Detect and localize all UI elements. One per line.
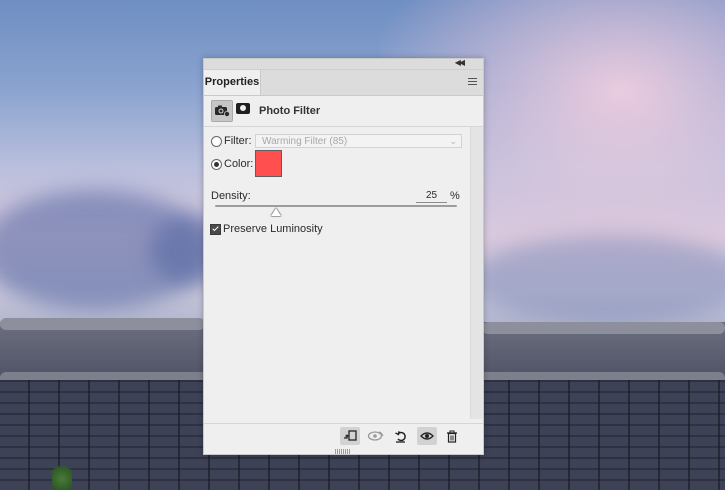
color-swatch[interactable] bbox=[255, 150, 282, 177]
adjustment-header: Photo Filter bbox=[204, 96, 483, 127]
view-previous-state-icon[interactable] bbox=[366, 427, 386, 445]
cloud bbox=[470, 235, 725, 325]
panel-tab-row: Properties bbox=[204, 70, 483, 96]
wall-cap-right bbox=[482, 322, 725, 334]
density-unit: % bbox=[450, 190, 460, 202]
filter-select[interactable]: Warming Filter (85) ⌄ bbox=[255, 134, 462, 148]
preserve-luminosity-label: Preserve Luminosity bbox=[223, 223, 323, 235]
tab-properties[interactable]: Properties bbox=[204, 70, 261, 95]
preserve-luminosity-checkbox[interactable] bbox=[210, 224, 221, 235]
density-value-input[interactable]: 25 bbox=[416, 190, 447, 203]
trash-icon[interactable] bbox=[442, 427, 462, 445]
filter-label: Filter: bbox=[224, 135, 252, 147]
color-label: Color: bbox=[224, 158, 254, 170]
filter-radio[interactable] bbox=[211, 136, 222, 147]
properties-panel: ◀◀ Properties Photo Filter Filter: Warmi… bbox=[203, 58, 484, 455]
panel-footer bbox=[204, 423, 483, 448]
density-slider-thumb[interactable] bbox=[270, 208, 281, 216]
panel-resize-grip[interactable] bbox=[335, 449, 351, 454]
properties-content: Filter: Warming Filter (85) ⌄ Color: Den… bbox=[204, 127, 483, 419]
density-label: Density: bbox=[211, 190, 251, 202]
scrollbar[interactable] bbox=[470, 127, 483, 419]
plant bbox=[52, 462, 72, 490]
panel-titlebar[interactable]: ◀◀ bbox=[204, 58, 483, 70]
chevron-down-icon: ⌄ bbox=[449, 136, 457, 146]
filter-select-value: Warming Filter (85) bbox=[262, 136, 348, 147]
hamburger-menu-icon[interactable] bbox=[468, 78, 477, 85]
reset-to-defaults-icon[interactable] bbox=[391, 427, 411, 445]
camera-adjustment-icon[interactable] bbox=[211, 100, 233, 122]
wall-cap-left bbox=[0, 318, 205, 330]
color-radio[interactable] bbox=[211, 159, 222, 170]
collapse-panel-icon[interactable]: ◀◀ bbox=[455, 58, 465, 67]
layer-mask-icon[interactable] bbox=[236, 103, 250, 114]
toggle-visibility-eye-icon[interactable] bbox=[417, 427, 437, 445]
clip-to-layer-icon[interactable] bbox=[340, 427, 360, 445]
density-slider-track[interactable] bbox=[215, 205, 457, 207]
panel-title: Photo Filter bbox=[259, 105, 321, 117]
